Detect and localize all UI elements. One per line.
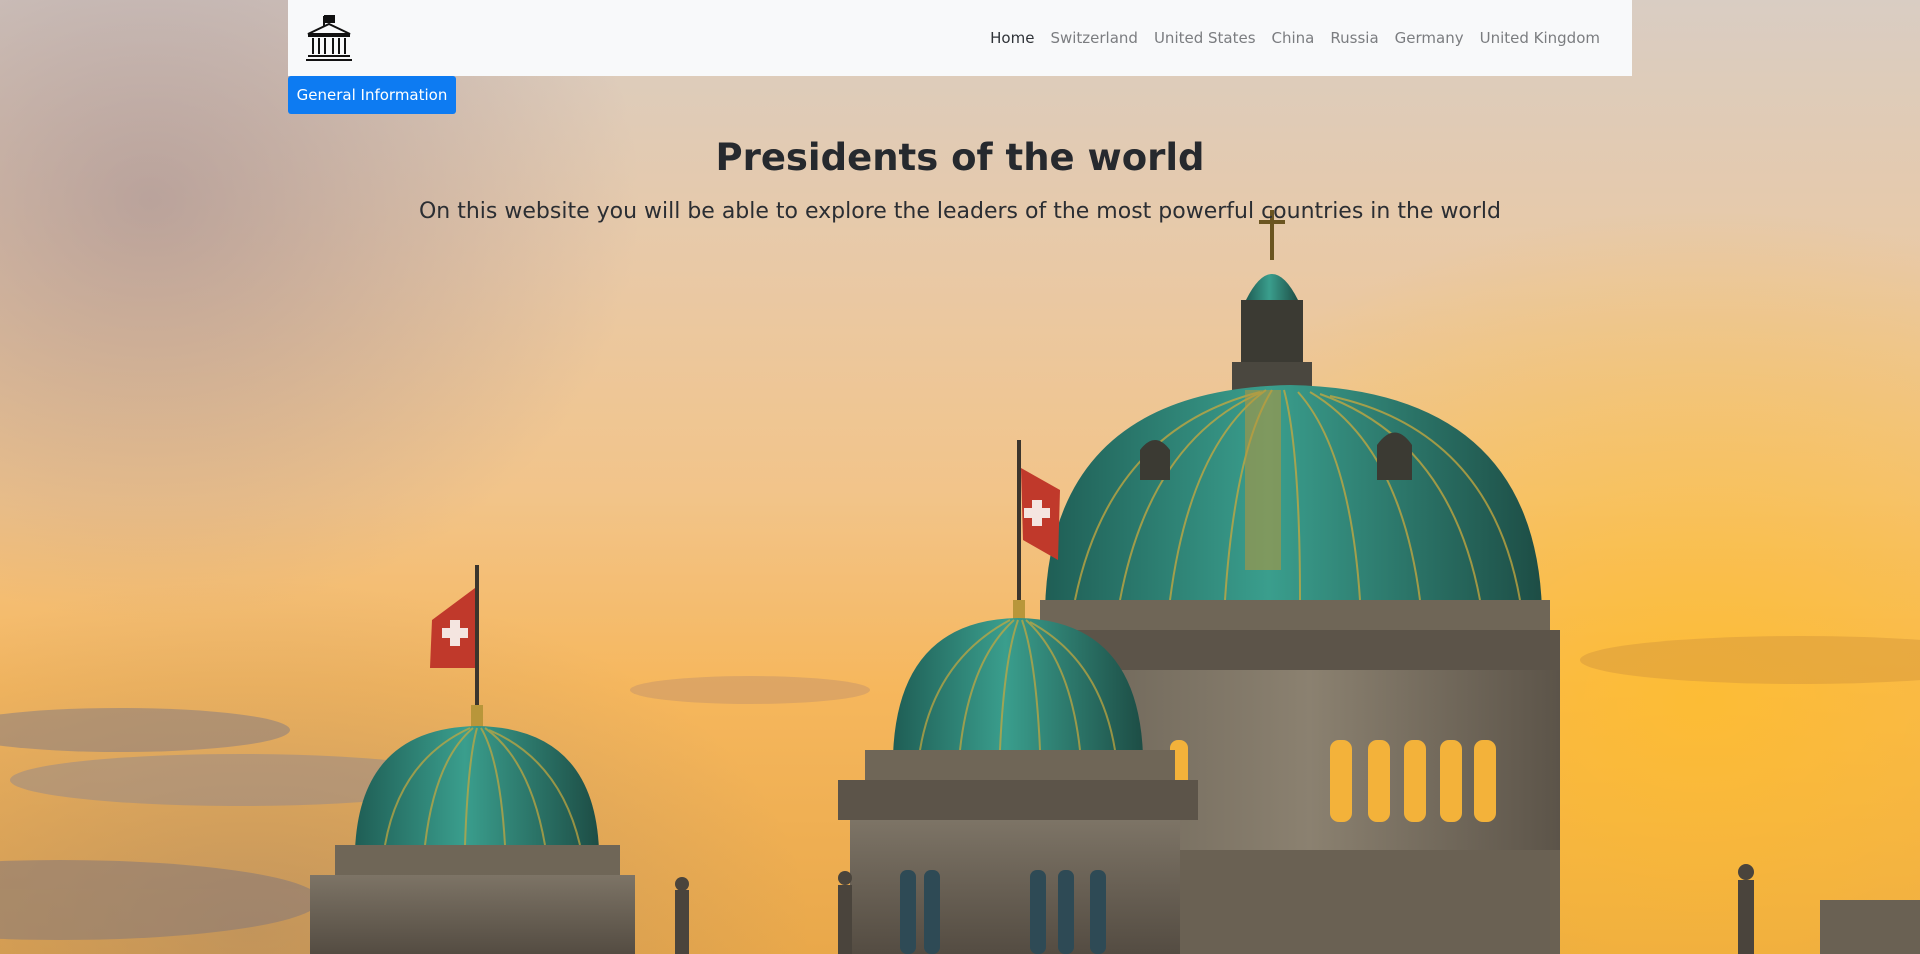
- nav-link-home[interactable]: Home: [982, 29, 1042, 47]
- nav-link-germany[interactable]: Germany: [1387, 29, 1472, 47]
- navbar-brand[interactable]: [304, 14, 354, 62]
- general-information-button[interactable]: General Information: [288, 76, 456, 114]
- government-building-icon: [306, 15, 352, 61]
- nav-link-united-kingdom[interactable]: United Kingdom: [1472, 29, 1608, 47]
- page-title: Presidents of the world: [715, 136, 1205, 179]
- nav-link-switzerland[interactable]: Switzerland: [1042, 29, 1146, 47]
- nav-link-china[interactable]: China: [1264, 29, 1323, 47]
- page: Home Switzerland United States China Rus…: [0, 0, 1920, 954]
- nav-link-united-states[interactable]: United States: [1146, 29, 1264, 47]
- nav-link-russia[interactable]: Russia: [1322, 29, 1386, 47]
- navbar-nav: Home Switzerland United States China Rus…: [982, 0, 1608, 76]
- navbar: Home Switzerland United States China Rus…: [288, 0, 1632, 76]
- page-subtitle: On this website you will be able to expl…: [418, 199, 1502, 224]
